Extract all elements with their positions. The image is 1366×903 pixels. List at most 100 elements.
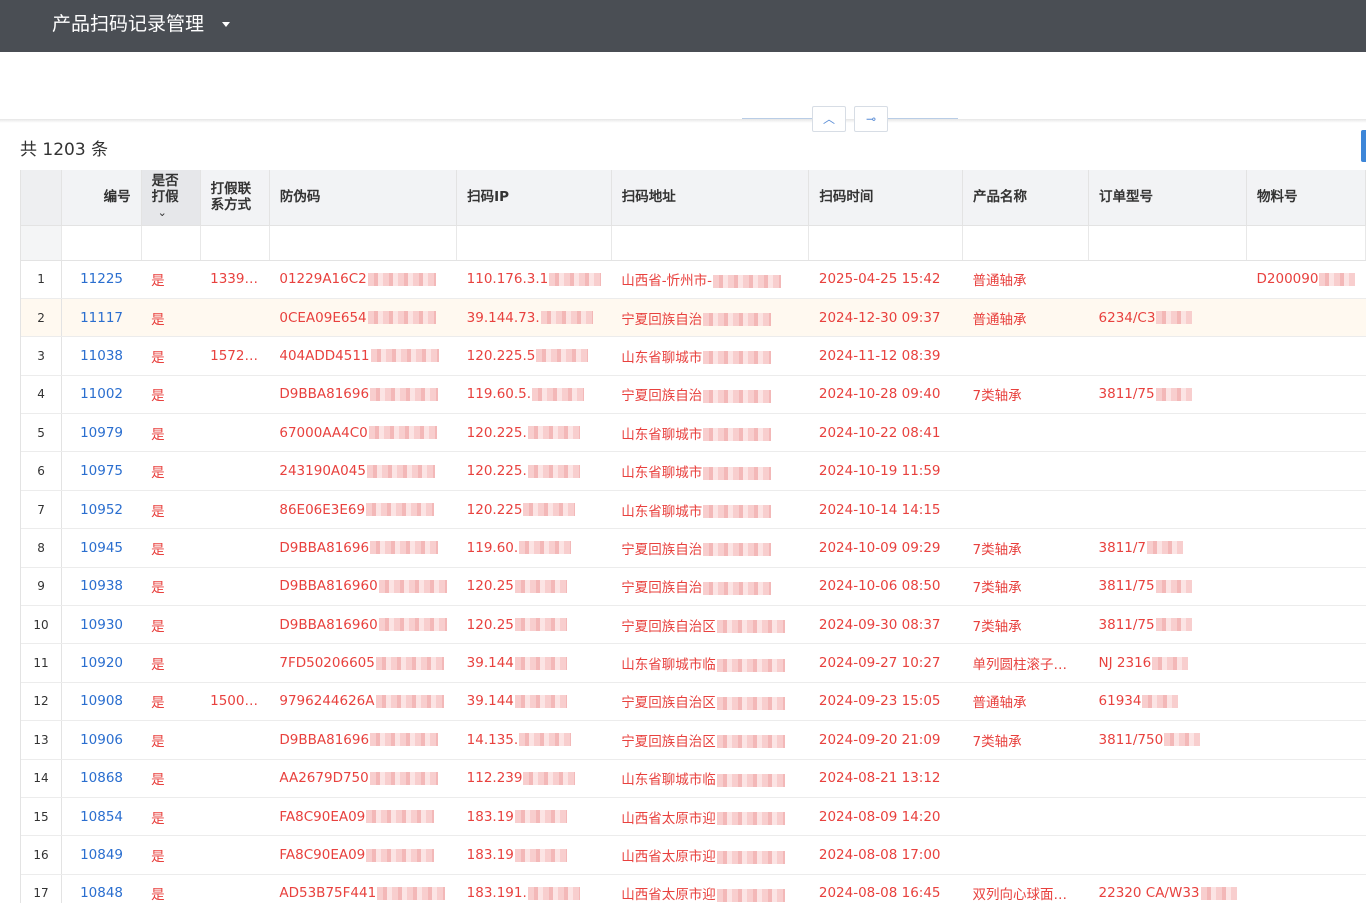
record-id-link[interactable]: 11002 bbox=[61, 375, 142, 415]
chevron-up-icon[interactable]: ︿ bbox=[812, 106, 846, 132]
code-cell-text: 7FD50206605 bbox=[279, 655, 375, 672]
table-row[interactable]: 17 10848 是 AD53B75F441 183.191. 山西省太原市迎 2024-0… bbox=[21, 874, 1366, 903]
table-row[interactable]: 9 10938 是 D9BBA816960 120.25 宁夏回族自治 2024-10-06… bbox=[21, 567, 1366, 607]
table-row[interactable]: 11 10920 是 7FD50206605 39.144 山东省聊城市临 2024-09-… bbox=[21, 643, 1366, 683]
table-row[interactable]: 4 11002 是 D9BBA81696 119.60.5. 宁夏回族自治 2024-10-… bbox=[21, 375, 1366, 415]
table-row[interactable]: 8 10945 是 D9BBA81696 119.60. 宁夏回族自治 2024-10-09… bbox=[21, 528, 1366, 568]
table-row[interactable]: 10 10930 是 D9BBA816960 120.25 宁夏回族自治区 2024-09-… bbox=[21, 605, 1366, 645]
record-id-link[interactable]: 11225 bbox=[61, 260, 142, 299]
table-row[interactable]: 15 10854 是 FA8C90EA09 183.19 山西省太原市迎 2024-08-0… bbox=[21, 797, 1366, 837]
column-header-id[interactable]: 编号 bbox=[61, 170, 142, 226]
filter-area bbox=[0, 52, 1366, 119]
column-header-code[interactable]: 防伪码 bbox=[269, 170, 458, 226]
record-id-link[interactable]: 10975 bbox=[61, 451, 142, 491]
filter-cell-order[interactable] bbox=[1088, 225, 1248, 261]
filter-cell-id[interactable] bbox=[61, 225, 142, 261]
time-cell: 2024-09-30 08:37 bbox=[808, 605, 963, 645]
order-cell-text: NJ 2316 bbox=[1098, 655, 1152, 672]
column-header-time[interactable]: 扫码时间 bbox=[808, 170, 964, 226]
filter-cell-material[interactable] bbox=[1246, 225, 1366, 261]
fake-flag-text: 是 bbox=[151, 887, 165, 903]
redaction-mask bbox=[368, 426, 437, 440]
table-row[interactable]: 13 10906 是 D9BBA81696 14.135. 宁夏回族自治区 2024-09-… bbox=[21, 720, 1366, 760]
table-row[interactable]: 1 11225 是 1339… 01229A16C2 110.176.3.1 山西省-忻州市… bbox=[21, 260, 1366, 299]
record-id-link[interactable]: 10938 bbox=[61, 567, 142, 607]
code-cell: D9BBA816960 bbox=[269, 605, 457, 645]
material-cell bbox=[1246, 720, 1366, 760]
pin-icon[interactable]: ⊸ bbox=[854, 106, 888, 132]
contact-cell bbox=[200, 643, 270, 683]
caret-down-icon[interactable] bbox=[222, 22, 230, 27]
column-header-addr[interactable]: 扫码地址 bbox=[611, 170, 810, 226]
redaction-mask bbox=[703, 313, 772, 327]
record-id-link[interactable]: 10952 bbox=[61, 490, 142, 530]
product-cell: 双列向心球面… bbox=[962, 874, 1089, 903]
record-id-link[interactable]: 10908 bbox=[61, 682, 142, 722]
fake-flag: 是 bbox=[141, 528, 201, 568]
redaction-mask bbox=[514, 848, 567, 862]
fake-flag: 是 bbox=[141, 835, 201, 875]
column-header-order[interactable]: 订单型号 bbox=[1088, 170, 1248, 226]
ip-cell: 120.225.5 bbox=[456, 336, 612, 376]
record-id-link[interactable]: 11117 bbox=[61, 298, 142, 338]
chevron-down-icon[interactable]: ⌄ bbox=[158, 205, 167, 221]
row-number-text: 3 bbox=[37, 348, 45, 363]
address-cell-text: 山东省聊城市 bbox=[621, 349, 703, 366]
record-id-link[interactable]: 10979 bbox=[61, 413, 142, 453]
table-row[interactable]: 2 11117 是 0CEA09E654 39.144.73. 宁夏回族自治 2024-12… bbox=[21, 298, 1366, 338]
code-cell-text: 404ADD4511 bbox=[279, 347, 370, 364]
row-number-text: 17 bbox=[33, 886, 49, 901]
product-cell: 7类轴承 bbox=[962, 720, 1089, 760]
time-cell-text: 2024-10-22 08:41 bbox=[818, 424, 941, 441]
column-header-ip[interactable]: 扫码IP bbox=[456, 170, 612, 226]
filter-cell-code[interactable] bbox=[269, 225, 458, 261]
filter-cell-fake[interactable] bbox=[141, 225, 201, 261]
address-cell-text: 山东省聊城市临 bbox=[621, 657, 716, 674]
table-row[interactable]: 5 10979 是 67000AA4C0 120.225. 山东省聊城市 2024-10-2… bbox=[21, 413, 1366, 453]
column-header-material[interactable]: 物料号 bbox=[1246, 170, 1366, 226]
fake-flag: 是 bbox=[141, 682, 201, 722]
record-id-link[interactable]: 10930 bbox=[61, 605, 142, 645]
record-id-link[interactable]: 10854 bbox=[61, 797, 142, 837]
ip-cell: 14.135. bbox=[456, 720, 612, 760]
column-header-contact[interactable]: 打假联 系方式 bbox=[200, 170, 270, 226]
record-id-link[interactable]: 11038 bbox=[61, 336, 142, 376]
divider bbox=[0, 119, 1366, 123]
time-cell: 2024-09-23 15:05 bbox=[808, 682, 963, 722]
ip-cell-text: 110.176.3.1 bbox=[466, 271, 549, 288]
filter-cell-product[interactable] bbox=[962, 225, 1090, 261]
contact-cell-text: 1500… bbox=[210, 693, 258, 710]
redaction-mask bbox=[375, 694, 444, 708]
side-panel-tab[interactable] bbox=[1361, 130, 1366, 162]
row-number: 9 bbox=[21, 567, 63, 607]
ip-cell-text: 39.144 bbox=[466, 693, 514, 710]
filter-cell-contact[interactable] bbox=[200, 225, 270, 261]
fake-flag-text: 是 bbox=[151, 580, 165, 597]
code-cell: D9BBA81696 bbox=[269, 528, 457, 568]
redaction-mask bbox=[703, 581, 772, 595]
product-cell bbox=[962, 797, 1089, 837]
record-id-link[interactable]: 10945 bbox=[61, 528, 142, 568]
record-id-link[interactable]: 10848 bbox=[61, 874, 142, 903]
record-id-link[interactable]: 10849 bbox=[61, 835, 142, 875]
table-row[interactable]: 7 10952 是 86E06E3E69 120.225 山东省聊城市 2024-10-14… bbox=[21, 490, 1366, 530]
redaction-mask bbox=[703, 543, 772, 557]
record-id-link[interactable]: 10868 bbox=[61, 759, 142, 798]
filter-cell-addr[interactable] bbox=[611, 225, 810, 261]
record-id-link[interactable]: 10920 bbox=[61, 643, 142, 683]
product-cell bbox=[962, 451, 1089, 491]
record-id-link[interactable]: 10906 bbox=[61, 720, 142, 760]
filter-cell-time[interactable] bbox=[808, 225, 964, 261]
table-row[interactable]: 14 10868 是 AA2679D750 112.239 山东省聊城市临 2024-08-… bbox=[21, 759, 1366, 798]
column-header-fake[interactable]: 是否 打假⌄ bbox=[141, 170, 201, 226]
table-row[interactable]: 6 10975 是 243190A045 120.225. 山东省聊城市 2024-10-1… bbox=[21, 451, 1366, 491]
filter-cell-ip[interactable] bbox=[456, 225, 612, 261]
row-number-text: 11 bbox=[33, 656, 49, 671]
table-row[interactable]: 16 10849 是 FA8C90EA09 183.19 山西省太原市迎 2024-08-0… bbox=[21, 835, 1366, 875]
ip-cell: 120.25 bbox=[456, 605, 612, 645]
table-row[interactable]: 3 11038 是 1572… 404ADD4511 120.225.5 山东省聊城市 202… bbox=[21, 336, 1366, 376]
table-row[interactable]: 12 10908 是 1500… 9796244626A 39.144 宁夏回族自治区 202… bbox=[21, 682, 1366, 722]
time-cell-text: 2024-12-30 09:37 bbox=[818, 309, 941, 326]
column-header-product[interactable]: 产品名称 bbox=[962, 170, 1090, 226]
app-title[interactable]: 产品扫码记录管理 bbox=[52, 12, 204, 36]
